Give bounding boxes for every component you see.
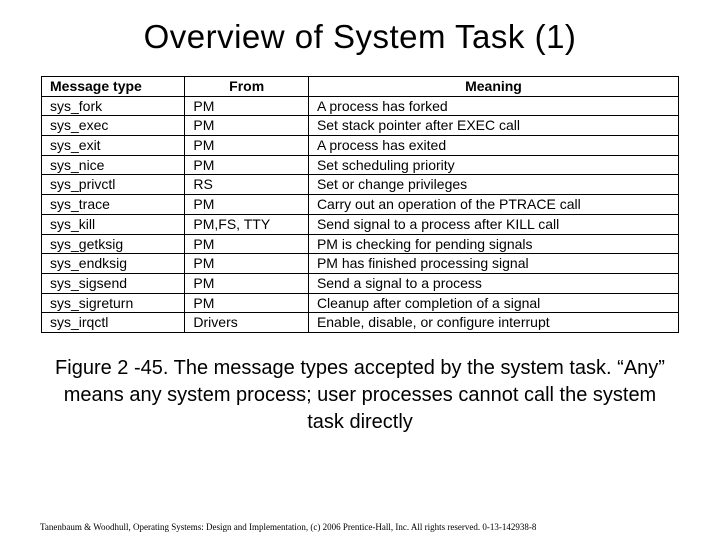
- cell-meaning: Set or change privileges: [308, 175, 678, 195]
- cell-type: sys_fork: [42, 96, 185, 116]
- table-row: sys_forkPMA process has forked: [42, 96, 679, 116]
- table-header-row: Message type From Meaning: [42, 77, 679, 97]
- header-from: From: [185, 77, 309, 97]
- cell-meaning: A process has forked: [308, 96, 678, 116]
- cell-from: PM: [185, 254, 309, 274]
- cell-from: PM: [185, 234, 309, 254]
- cell-meaning: Send signal to a process after KILL call: [308, 214, 678, 234]
- copyright-footer: Tanenbaum & Woodhull, Operating Systems:…: [40, 522, 680, 532]
- table-row: sys_endksigPMPM has finished processing …: [42, 254, 679, 274]
- cell-meaning: Send a signal to a process: [308, 273, 678, 293]
- page-title: Overview of System Task (1): [40, 18, 680, 56]
- cell-meaning: Set stack pointer after EXEC call: [308, 116, 678, 136]
- cell-from: PM: [185, 155, 309, 175]
- table-row: sys_exitPMA process has exited: [42, 136, 679, 156]
- cell-meaning: A process has exited: [308, 136, 678, 156]
- cell-type: sys_exit: [42, 136, 185, 156]
- cell-from: PM: [185, 136, 309, 156]
- cell-type: sys_irqctl: [42, 313, 185, 333]
- table-row: sys_getksigPMPM is checking for pending …: [42, 234, 679, 254]
- table-row: sys_execPMSet stack pointer after EXEC c…: [42, 116, 679, 136]
- table-row: sys_sigsendPMSend a signal to a process: [42, 273, 679, 293]
- cell-from: RS: [185, 175, 309, 195]
- cell-from: PM: [185, 195, 309, 215]
- cell-from: PM: [185, 96, 309, 116]
- cell-type: sys_privctl: [42, 175, 185, 195]
- table-row: sys_privctlRSSet or change privileges: [42, 175, 679, 195]
- message-types-table: Message type From Meaning sys_forkPMA pr…: [41, 76, 679, 333]
- cell-from: PM: [185, 293, 309, 313]
- header-message-type: Message type: [42, 77, 185, 97]
- cell-type: sys_exec: [42, 116, 185, 136]
- cell-from: PM: [185, 116, 309, 136]
- cell-meaning: PM has finished processing signal: [308, 254, 678, 274]
- header-meaning: Meaning: [308, 77, 678, 97]
- table-row: sys_irqctlDriversEnable, disable, or con…: [42, 313, 679, 333]
- cell-meaning: Cleanup after completion of a signal: [308, 293, 678, 313]
- cell-type: sys_sigsend: [42, 273, 185, 293]
- cell-type: sys_trace: [42, 195, 185, 215]
- cell-type: sys_endksig: [42, 254, 185, 274]
- cell-type: sys_kill: [42, 214, 185, 234]
- cell-from: Drivers: [185, 313, 309, 333]
- figure-caption: Figure 2 -45. The message types accepted…: [40, 355, 680, 436]
- cell-type: sys_getksig: [42, 234, 185, 254]
- table-row: sys_sigreturnPMCleanup after completion …: [42, 293, 679, 313]
- cell-from: PM: [185, 273, 309, 293]
- cell-meaning: PM is checking for pending signals: [308, 234, 678, 254]
- cell-type: sys_nice: [42, 155, 185, 175]
- cell-type: sys_sigreturn: [42, 293, 185, 313]
- table-row: sys_nicePMSet scheduling priority: [42, 155, 679, 175]
- table-row: sys_tracePMCarry out an operation of the…: [42, 195, 679, 215]
- cell-from: PM,FS, TTY: [185, 214, 309, 234]
- cell-meaning: Enable, disable, or configure interrupt: [308, 313, 678, 333]
- table-row: sys_killPM,FS, TTYSend signal to a proce…: [42, 214, 679, 234]
- cell-meaning: Carry out an operation of the PTRACE cal…: [308, 195, 678, 215]
- cell-meaning: Set scheduling priority: [308, 155, 678, 175]
